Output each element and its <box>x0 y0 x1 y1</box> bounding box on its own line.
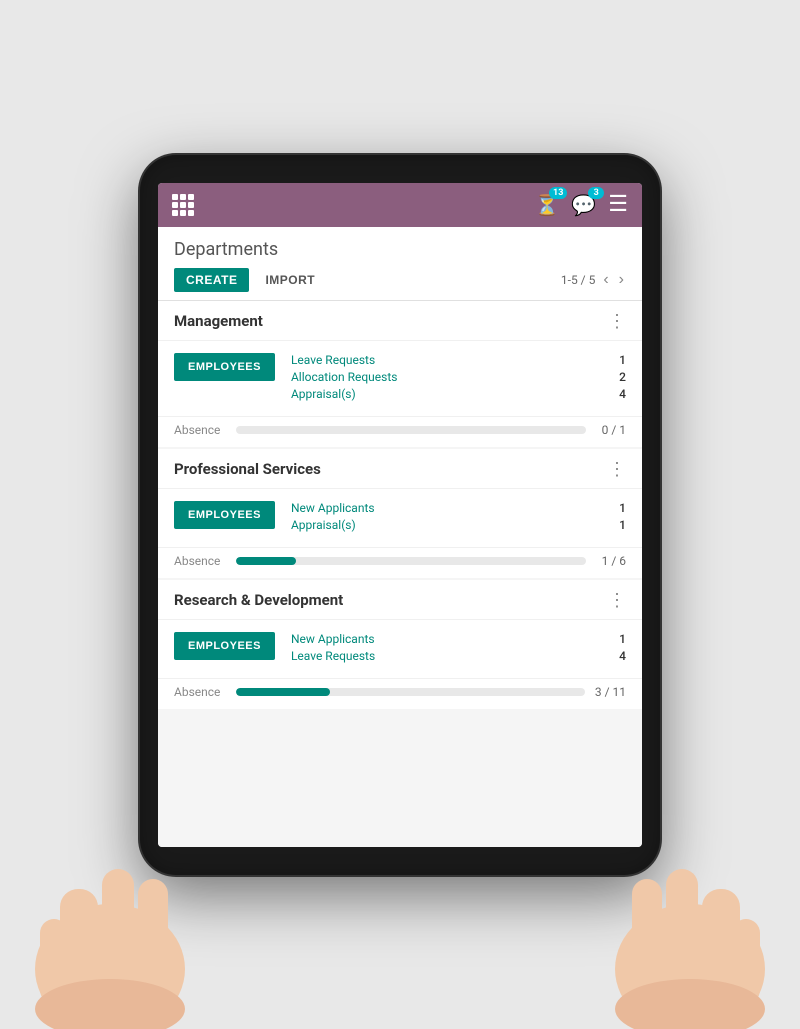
stat-row: New Applicants 1 <box>291 501 626 515</box>
stat-value: 1 <box>619 632 626 646</box>
department-list: Management ⋮ EMPLOYEES Leave Requests 1 Alloc… <box>158 301 642 709</box>
pagination-text: 1-5 / 5 <box>561 273 595 287</box>
dept-card-header: Professional Services ⋮ <box>158 449 642 489</box>
stat-label[interactable]: Leave Requests <box>291 649 375 663</box>
toolbar: CREATE IMPORT 1-5 / 5 ‹ › <box>174 268 626 292</box>
department-card: Professional Services ⋮ EMPLOYEES New Appli… <box>158 449 642 578</box>
absence-label: Absence <box>174 685 226 699</box>
stat-row: Leave Requests 4 <box>291 649 626 663</box>
absence-label: Absence <box>174 423 226 437</box>
next-page-button[interactable]: › <box>617 271 626 289</box>
stat-value: 2 <box>619 370 626 384</box>
page-header: Departments CREATE IMPORT 1-5 / 5 ‹ › <box>158 227 642 301</box>
dept-card-header: Management ⋮ <box>158 301 642 341</box>
stat-label[interactable]: Appraisal(s) <box>291 387 356 401</box>
absence-progress-fill <box>236 688 330 696</box>
stat-value: 1 <box>619 501 626 515</box>
dept-name: Professional Services <box>174 460 321 478</box>
employees-button[interactable]: EMPLOYEES <box>174 632 275 660</box>
prev-page-button[interactable]: ‹ <box>601 271 610 289</box>
absence-progress-bar <box>236 426 586 434</box>
chat-icon-wrap[interactable]: 💬 3 <box>571 193 596 217</box>
main-content: Departments CREATE IMPORT 1-5 / 5 ‹ › <box>158 227 642 847</box>
header-bar: ⏳ 13 💬 3 ☰ <box>158 183 642 227</box>
stat-label[interactable]: Leave Requests <box>291 353 375 367</box>
dept-card-footer: Absence 0 / 1 <box>158 416 642 447</box>
department-card: Research & Development ⋮ EMPLOYEES New Appl… <box>158 580 642 709</box>
absence-progress-fill <box>236 557 296 565</box>
dept-more-icon[interactable]: ⋮ <box>608 590 626 611</box>
dept-card-footer: Absence 1 / 6 <box>158 547 642 578</box>
stat-label[interactable]: New Applicants <box>291 632 375 646</box>
stat-value: 4 <box>619 387 626 401</box>
dept-stats: New Applicants 1 Appraisal(s) 1 <box>291 501 626 535</box>
activity-badge: 13 <box>549 187 567 199</box>
employees-button[interactable]: EMPLOYEES <box>174 501 275 529</box>
department-card: Management ⋮ EMPLOYEES Leave Requests 1 Alloc… <box>158 301 642 447</box>
stat-row: Leave Requests 1 <box>291 353 626 367</box>
create-button[interactable]: CREATE <box>174 268 249 292</box>
stat-row: Appraisal(s) 1 <box>291 518 626 532</box>
stat-row: New Applicants 1 <box>291 632 626 646</box>
stat-value: 1 <box>619 353 626 367</box>
dept-card-body: EMPLOYEES New Applicants 1 Leave Requests 4 <box>158 620 642 678</box>
stat-value: 1 <box>619 518 626 532</box>
grid-menu-icon[interactable] <box>172 194 194 216</box>
toolbar-left: CREATE IMPORT <box>174 268 323 292</box>
tablet-frame: ⏳ 13 💬 3 ☰ Departments <box>140 155 660 875</box>
dept-card-footer: Absence 3 / 11 <box>158 678 642 709</box>
dept-more-icon[interactable]: ⋮ <box>608 311 626 332</box>
dept-stats: New Applicants 1 Leave Requests 4 <box>291 632 626 666</box>
absence-count: 0 / 1 <box>596 423 626 437</box>
page-title: Departments <box>174 239 626 260</box>
chat-badge: 3 <box>588 187 604 199</box>
stat-value: 4 <box>619 649 626 663</box>
tablet-screen: ⏳ 13 💬 3 ☰ Departments <box>158 183 642 847</box>
absence-count: 3 / 11 <box>595 685 626 699</box>
stat-label[interactable]: New Applicants <box>291 501 375 515</box>
stat-label[interactable]: Appraisal(s) <box>291 518 356 532</box>
stat-row: Allocation Requests 2 <box>291 370 626 384</box>
dept-name: Management <box>174 312 263 330</box>
absence-progress-bar <box>236 688 585 696</box>
stat-label[interactable]: Allocation Requests <box>291 370 397 384</box>
import-button[interactable]: IMPORT <box>257 268 323 292</box>
absence-count: 1 / 6 <box>596 554 626 568</box>
pagination: 1-5 / 5 ‹ › <box>561 271 626 289</box>
employees-button[interactable]: EMPLOYEES <box>174 353 275 381</box>
absence-label: Absence <box>174 554 226 568</box>
dept-card-body: EMPLOYEES Leave Requests 1 Allocation Reque… <box>158 341 642 416</box>
stat-row: Appraisal(s) 4 <box>291 387 626 401</box>
dept-stats: Leave Requests 1 Allocation Requests 2 Appra… <box>291 353 626 404</box>
hamburger-menu-icon[interactable]: ☰ <box>608 192 628 217</box>
absence-progress-bar <box>236 557 586 565</box>
dept-more-icon[interactable]: ⋮ <box>608 459 626 480</box>
header-right: ⏳ 13 💬 3 ☰ <box>534 192 628 217</box>
dept-card-body: EMPLOYEES New Applicants 1 Appraisal(s) 1 <box>158 489 642 547</box>
dept-card-header: Research & Development ⋮ <box>158 580 642 620</box>
dept-name: Research & Development <box>174 591 343 609</box>
activity-icon-wrap[interactable]: ⏳ 13 <box>534 193 559 217</box>
scene: ⏳ 13 💬 3 ☰ Departments <box>0 0 800 1029</box>
